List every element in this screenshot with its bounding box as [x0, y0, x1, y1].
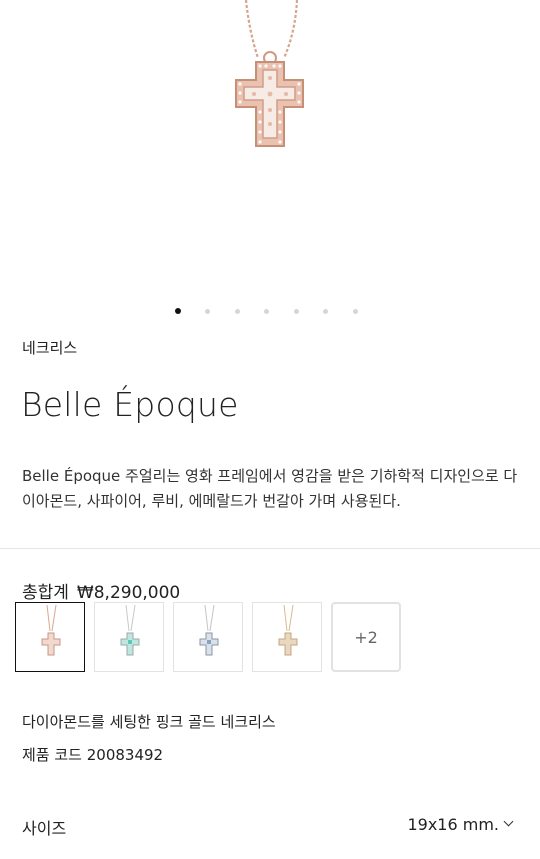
price-value: ₩8,290,000	[76, 583, 181, 603]
more-variants-button[interactable]: +2	[331, 602, 401, 672]
variant-name: 다이아몬드를 세팅한 핑크 골드 네크리스	[22, 713, 276, 731]
variant-option-white-gold-emerald[interactable]	[94, 602, 164, 672]
price-total: 총합계 ₩8,290,000	[22, 578, 180, 603]
carousel-dot[interactable]	[353, 309, 358, 314]
size-value: 19x16 mm.	[407, 815, 499, 834]
carousel-dot[interactable]	[323, 309, 328, 314]
product-category: 네크리스	[22, 339, 78, 357]
product-code-value: 20083492	[86, 746, 164, 764]
product-code-label: 제품 코드	[22, 746, 82, 764]
carousel-dot[interactable]	[205, 309, 210, 314]
variant-option-yellow-gold[interactable]	[252, 602, 322, 672]
carousel-dot[interactable]	[175, 308, 181, 314]
white-gold-sapphire-cross-icon	[199, 604, 219, 656]
size-label: 사이즈	[22, 819, 67, 838]
product-description: Belle Époque 주얼리는 영화 프레임에서 영감을 받은 기하학적 디…	[22, 467, 518, 510]
carousel-dot[interactable]	[294, 309, 299, 314]
size-selector[interactable]: 19x16 mm.	[407, 815, 514, 834]
product-image[interactable]	[0, 0, 540, 300]
total-label: 총합계	[22, 583, 69, 603]
pink-gold-diamond-cross-icon	[41, 604, 61, 656]
white-gold-emerald-cross-icon	[120, 604, 140, 656]
carousel-dot[interactable]	[264, 309, 269, 314]
variant-option-pink-gold[interactable]	[15, 602, 85, 672]
yellow-gold-diamond-cross-icon	[278, 604, 298, 656]
rose-gold-cross-pendant-image	[235, 0, 304, 147]
product-title: Belle Époque	[21, 385, 239, 424]
divider	[0, 548, 540, 549]
chevron-down-icon	[503, 816, 514, 827]
product-code: 제품 코드 20083492	[22, 744, 163, 765]
carousel-dot[interactable]	[235, 309, 240, 314]
variant-option-white-gold-sapphire[interactable]	[173, 602, 243, 672]
carousel-pagination	[0, 307, 540, 317]
